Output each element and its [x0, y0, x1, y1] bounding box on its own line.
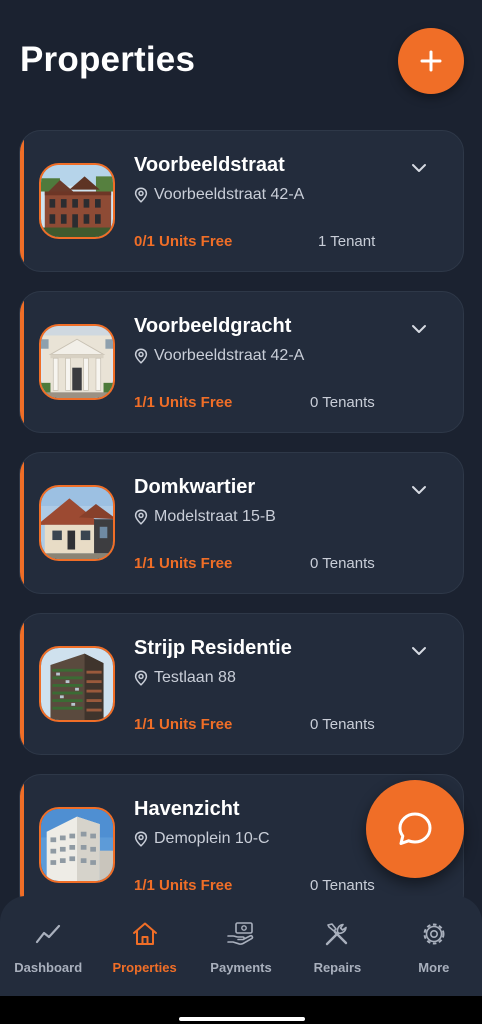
units-free: 1/1 Units Free [134, 555, 233, 572]
property-address: Testlaan 88 [154, 669, 236, 686]
property-photo [39, 485, 115, 561]
property-address: Demoplein 10-C [154, 830, 270, 847]
property-name: Voorbeeldgracht [134, 315, 292, 337]
home-indicator[interactable] [179, 1017, 305, 1021]
nav-label: Properties [112, 960, 177, 975]
home-icon [132, 922, 157, 945]
tenant-count: 0 Tenants [310, 555, 375, 572]
bottom-nav: Dashboard Properties Payments Repairs Mo… [0, 896, 482, 996]
property-card[interactable]: Voorbeeldgracht Voorbeeldstraat 42-A 1/1… [19, 291, 464, 433]
add-property-button[interactable] [398, 28, 464, 94]
property-photo [39, 324, 115, 400]
property-address: Voorbeeldstraat 42-A [154, 347, 305, 364]
tools-icon [326, 923, 348, 946]
chart-line-icon [36, 924, 61, 944]
card-accent-bar [20, 453, 24, 593]
plus-icon [420, 50, 442, 72]
location-pin-icon [134, 348, 148, 364]
chat-bubble-icon [398, 812, 432, 845]
payment-hand-icon [227, 922, 254, 945]
card-accent-bar [20, 614, 24, 754]
units-free: 0/1 Units Free [134, 233, 233, 250]
card-accent-bar [20, 775, 24, 915]
property-photo [39, 646, 115, 722]
property-address: Modelstraat 15-B [154, 508, 276, 525]
units-free: 1/1 Units Free [134, 877, 233, 894]
property-name: Strijp Residentie [134, 637, 292, 659]
property-card[interactable]: Strijp Residentie Testlaan 88 1/1 Units … [19, 613, 464, 755]
chat-button[interactable] [366, 780, 464, 878]
nav-label: More [418, 960, 450, 975]
address-row: Voorbeeldstraat 42-A [134, 186, 304, 204]
nav-item-properties[interactable]: Properties [96, 896, 192, 996]
address-row: Modelstraat 15-B [134, 508, 276, 526]
tenant-count: 1 Tenant [318, 233, 376, 250]
nav-label: Payments [210, 960, 272, 975]
tenant-count: 0 Tenants [310, 394, 375, 411]
nav-label: Repairs [313, 960, 362, 975]
location-pin-icon [134, 670, 148, 686]
location-pin-icon [134, 187, 148, 203]
tenant-count: 0 Tenants [310, 716, 375, 733]
property-photo [39, 807, 115, 883]
units-free: 1/1 Units Free [134, 716, 233, 733]
gear-icon [423, 923, 445, 945]
nav-item-more[interactable]: More [386, 896, 482, 996]
location-pin-icon [134, 831, 148, 847]
property-name: Voorbeeldstraat [134, 154, 285, 176]
location-pin-icon [134, 509, 148, 525]
card-accent-bar [20, 131, 24, 271]
nav-item-payments[interactable]: Payments [193, 896, 289, 996]
property-name: Havenzicht [134, 798, 240, 820]
card-accent-bar [20, 292, 24, 432]
address-row: Demoplein 10-C [134, 830, 270, 848]
tenant-count: 0 Tenants [310, 877, 375, 894]
property-photo [39, 163, 115, 239]
address-row: Voorbeeldstraat 42-A [134, 347, 304, 365]
property-card[interactable]: Domkwartier Modelstraat 15-B 1/1 Units F… [19, 452, 464, 594]
units-free: 1/1 Units Free [134, 394, 233, 411]
address-row: Testlaan 88 [134, 669, 236, 687]
nav-item-dashboard[interactable]: Dashboard [0, 896, 96, 996]
chevron-down-icon[interactable] [410, 642, 428, 660]
nav-label: Dashboard [14, 960, 83, 975]
chevron-down-icon[interactable] [410, 481, 428, 499]
nav-item-repairs[interactable]: Repairs [289, 896, 385, 996]
property-card[interactable]: Voorbeeldstraat Voorbeeldstraat 42-A 0/1… [19, 130, 464, 272]
property-name: Domkwartier [134, 476, 256, 498]
properties-screen: Properties Voorbeeldstraat Voorbeeldstra… [0, 0, 482, 1024]
chevron-down-icon[interactable] [410, 159, 428, 177]
chevron-down-icon[interactable] [410, 320, 428, 338]
property-address: Voorbeeldstraat 42-A [154, 186, 305, 203]
page-title: Properties [20, 40, 196, 79]
